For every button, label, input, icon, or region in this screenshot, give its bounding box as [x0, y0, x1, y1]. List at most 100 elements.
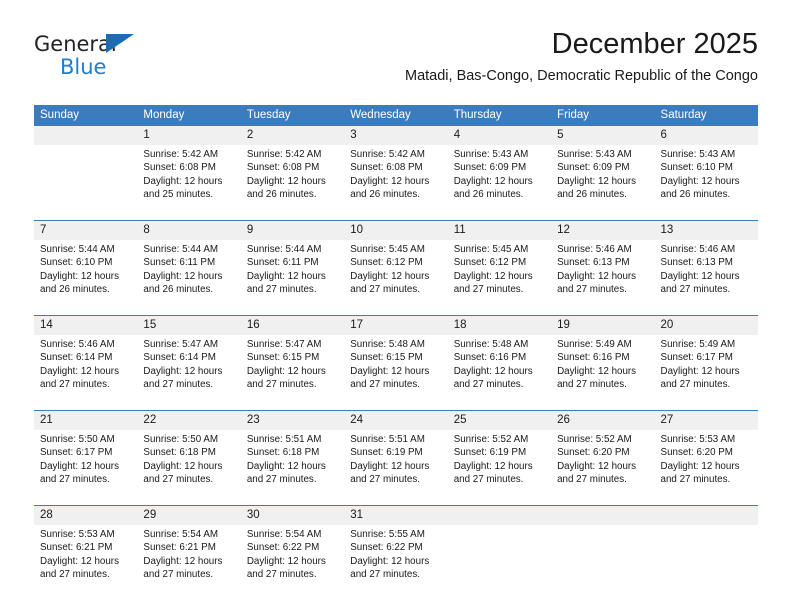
day-cell[interactable]: Sunrise: 5:42 AM Sunset: 6:08 PM Dayligh… [240, 145, 345, 221]
day-cell[interactable]: Sunrise: 5:48 AM Sunset: 6:16 PM Dayligh… [447, 335, 552, 411]
daylight-text-line1: Daylight: 12 hours [40, 365, 119, 377]
day-number[interactable]: 14 [34, 316, 138, 335]
day-cell[interactable]: Sunrise: 5:44 AM Sunset: 6:10 PM Dayligh… [34, 240, 138, 316]
day-cell[interactable]: Sunrise: 5:43 AM Sunset: 6:09 PM Dayligh… [551, 145, 655, 221]
sunset-text: Sunset: 6:19 PM [453, 447, 527, 459]
sunset-text: Sunset: 6:16 PM [557, 352, 630, 364]
daylight-text-line2: and 27 minutes. [350, 474, 420, 486]
day-number[interactable]: 23 [240, 411, 345, 430]
day-cell[interactable]: Sunrise: 5:45 AM Sunset: 6:12 PM Dayligh… [344, 240, 448, 316]
daylight-text-line1: Daylight: 12 hours [453, 175, 533, 187]
day-cell[interactable]: Sunrise: 5:49 AM Sunset: 6:17 PM Dayligh… [654, 335, 758, 411]
day-cell[interactable]: Sunrise: 5:50 AM Sunset: 6:18 PM Dayligh… [137, 430, 241, 506]
day-cell[interactable] [551, 525, 655, 600]
day-cell[interactable]: Sunrise: 5:44 AM Sunset: 6:11 PM Dayligh… [240, 240, 345, 316]
day-cell[interactable]: Sunrise: 5:51 AM Sunset: 6:18 PM Dayligh… [240, 430, 345, 506]
sunset-text: Sunset: 6:16 PM [453, 352, 527, 364]
day-number[interactable]: 16 [240, 316, 345, 335]
day-number[interactable]: 2 [240, 126, 345, 145]
day-cell[interactable]: Sunrise: 5:42 AM Sunset: 6:08 PM Dayligh… [137, 145, 241, 221]
week-row-details: Sunrise: 5:42 AM Sunset: 6:08 PM Dayligh… [34, 145, 758, 221]
day-cell[interactable]: Sunrise: 5:55 AM Sunset: 6:22 PM Dayligh… [344, 525, 448, 600]
day-number[interactable]: 8 [137, 221, 241, 240]
sunrise-text: Sunrise: 5:47 AM [143, 339, 219, 350]
day-cell[interactable]: Sunrise: 5:46 AM Sunset: 6:13 PM Dayligh… [654, 240, 758, 316]
sunrise-text: Sunrise: 5:42 AM [143, 149, 219, 160]
day-cell[interactable]: Sunrise: 5:54 AM Sunset: 6:22 PM Dayligh… [240, 525, 345, 600]
day-cell[interactable]: Sunrise: 5:47 AM Sunset: 6:14 PM Dayligh… [137, 335, 241, 411]
day-number[interactable]: 9 [240, 221, 345, 240]
day-number[interactable]: 19 [551, 316, 655, 335]
day-number[interactable]: 22 [137, 411, 241, 430]
sunset-text: Sunset: 6:18 PM [246, 447, 320, 459]
day-number[interactable]: 3 [344, 126, 448, 145]
day-cell[interactable]: Sunrise: 5:43 AM Sunset: 6:09 PM Dayligh… [447, 145, 552, 221]
day-cell[interactable]: Sunrise: 5:50 AM Sunset: 6:17 PM Dayligh… [34, 430, 138, 506]
day-cell[interactable]: Sunrise: 5:45 AM Sunset: 6:12 PM Dayligh… [447, 240, 552, 316]
day-cell[interactable]: Sunrise: 5:53 AM Sunset: 6:20 PM Dayligh… [654, 430, 758, 506]
sunset-text: Sunset: 6:10 PM [660, 162, 733, 174]
sunset-text: Sunset: 6:09 PM [557, 162, 630, 174]
day-number[interactable]: 26 [551, 411, 655, 430]
daylight-text-line1: Daylight: 12 hours [246, 460, 326, 472]
day-number[interactable]: 31 [344, 506, 448, 525]
week-row-details: Sunrise: 5:44 AM Sunset: 6:10 PM Dayligh… [34, 240, 758, 316]
day-cell[interactable]: Sunrise: 5:54 AM Sunset: 6:21 PM Dayligh… [137, 525, 241, 600]
sunrise-text: Sunrise: 5:42 AM [246, 149, 322, 160]
sunrise-text: Sunrise: 5:42 AM [350, 149, 425, 160]
calendar-header-row: Sunday Monday Tuesday Wednesday Thursday… [34, 105, 758, 126]
sunset-text: Sunset: 6:11 PM [246, 257, 319, 269]
sunrise-text: Sunrise: 5:43 AM [453, 149, 529, 160]
day-number[interactable]: 25 [447, 411, 552, 430]
day-cell[interactable]: Sunrise: 5:49 AM Sunset: 6:16 PM Dayligh… [551, 335, 655, 411]
sunset-text: Sunset: 6:09 PM [453, 162, 527, 174]
day-number[interactable]: 20 [654, 316, 758, 335]
day-number[interactable]: 21 [34, 411, 138, 430]
day-cell[interactable]: Sunrise: 5:46 AM Sunset: 6:14 PM Dayligh… [34, 335, 138, 411]
day-cell[interactable]: Sunrise: 5:43 AM Sunset: 6:10 PM Dayligh… [654, 145, 758, 221]
sunrise-text: Sunrise: 5:51 AM [246, 434, 322, 445]
day-number[interactable]: 30 [240, 506, 345, 525]
day-number[interactable] [34, 126, 138, 145]
day-number[interactable]: 15 [137, 316, 241, 335]
day-cell[interactable]: Sunrise: 5:46 AM Sunset: 6:13 PM Dayligh… [551, 240, 655, 316]
daylight-text-line1: Daylight: 12 hours [350, 555, 430, 567]
day-number[interactable]: 7 [34, 221, 138, 240]
day-cell[interactable] [654, 525, 758, 600]
day-number[interactable]: 17 [344, 316, 448, 335]
day-cell[interactable]: Sunrise: 5:53 AM Sunset: 6:21 PM Dayligh… [34, 525, 138, 600]
day-number[interactable]: 5 [551, 126, 655, 145]
day-cell[interactable]: Sunrise: 5:44 AM Sunset: 6:11 PM Dayligh… [137, 240, 241, 316]
day-cell[interactable]: Sunrise: 5:42 AM Sunset: 6:08 PM Dayligh… [344, 145, 448, 221]
day-cell[interactable]: Sunrise: 5:51 AM Sunset: 6:19 PM Dayligh… [344, 430, 448, 506]
sunset-text: Sunset: 6:22 PM [350, 542, 423, 554]
day-number[interactable] [551, 506, 655, 525]
day-number[interactable]: 6 [654, 126, 758, 145]
sunset-text: Sunset: 6:10 PM [40, 257, 113, 269]
day-number[interactable]: 27 [654, 411, 758, 430]
day-number[interactable] [447, 506, 552, 525]
day-cell[interactable]: Sunrise: 5:52 AM Sunset: 6:19 PM Dayligh… [447, 430, 552, 506]
sunrise-text: Sunrise: 5:49 AM [660, 339, 736, 350]
day-cell[interactable]: Sunrise: 5:48 AM Sunset: 6:15 PM Dayligh… [344, 335, 448, 411]
day-number[interactable]: 29 [137, 506, 241, 525]
day-cell[interactable] [34, 145, 138, 221]
day-number[interactable]: 18 [447, 316, 552, 335]
daylight-text-line1: Daylight: 12 hours [40, 270, 119, 282]
week-row-details: Sunrise: 5:50 AM Sunset: 6:17 PM Dayligh… [34, 430, 758, 506]
day-number[interactable]: 24 [344, 411, 448, 430]
daylight-text-line1: Daylight: 12 hours [557, 460, 637, 472]
day-cell[interactable] [447, 525, 552, 600]
day-number[interactable]: 4 [447, 126, 552, 145]
day-cell[interactable]: Sunrise: 5:47 AM Sunset: 6:15 PM Dayligh… [240, 335, 345, 411]
day-number[interactable]: 1 [137, 126, 241, 145]
sunrise-text: Sunrise: 5:43 AM [660, 149, 736, 160]
day-number[interactable]: 11 [447, 221, 552, 240]
day-number[interactable]: 13 [654, 221, 758, 240]
day-cell[interactable]: Sunrise: 5:52 AM Sunset: 6:20 PM Dayligh… [551, 430, 655, 506]
day-number[interactable]: 28 [34, 506, 138, 525]
day-number[interactable]: 10 [344, 221, 448, 240]
day-number[interactable]: 12 [551, 221, 655, 240]
generalblue-logo: General Blue [34, 32, 234, 88]
day-number[interactable] [654, 506, 758, 525]
